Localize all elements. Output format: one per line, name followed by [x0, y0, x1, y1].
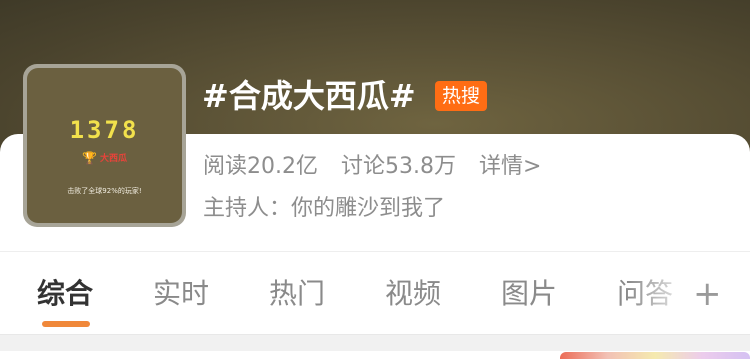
tab-realtime[interactable]: 实时	[153, 276, 209, 312]
thumbnail-caption: 击败了全球92%的玩家!	[67, 187, 142, 195]
read-count: 阅读20.2亿	[203, 154, 318, 179]
section-divider	[0, 334, 750, 351]
tab-images[interactable]: 图片	[501, 276, 557, 312]
topic-stats: 阅读20.2亿 讨论53.8万 详情>	[203, 152, 541, 182]
topic-title: #合成大西瓜#	[202, 77, 416, 115]
thumbnail-score: 1378	[69, 116, 140, 144]
details-link[interactable]: 详情>	[479, 154, 541, 179]
plus-icon[interactable]: +	[693, 274, 722, 314]
topic-host: 主持人：你的雕沙到我了	[203, 196, 446, 221]
discussion-count: 讨论53.8万	[341, 154, 456, 179]
tab-video[interactable]: 视频	[385, 276, 441, 312]
active-tab-indicator	[42, 321, 90, 327]
feed-banner-edge	[560, 352, 750, 359]
topic-thumbnail[interactable]: 1378 🏆 大西瓜 击败了全球92%的玩家!	[23, 64, 186, 227]
thumbnail-image: 1378 🏆 大西瓜 击败了全球92%的玩家!	[27, 68, 182, 223]
thumbnail-trophy-row: 🏆 大西瓜	[27, 151, 182, 165]
trophy-icon: 🏆	[82, 151, 97, 165]
tab-overflow-fade	[628, 252, 750, 334]
thumbnail-trophy-text: 大西瓜	[99, 154, 127, 164]
tab-comprehensive[interactable]: 综合	[37, 276, 93, 312]
topic-tab-bar: 综合 实时 热门 视频 图片 问答 +	[0, 252, 750, 334]
hot-search-badge: 热搜	[435, 81, 487, 111]
tab-hot[interactable]: 热门	[269, 276, 325, 312]
